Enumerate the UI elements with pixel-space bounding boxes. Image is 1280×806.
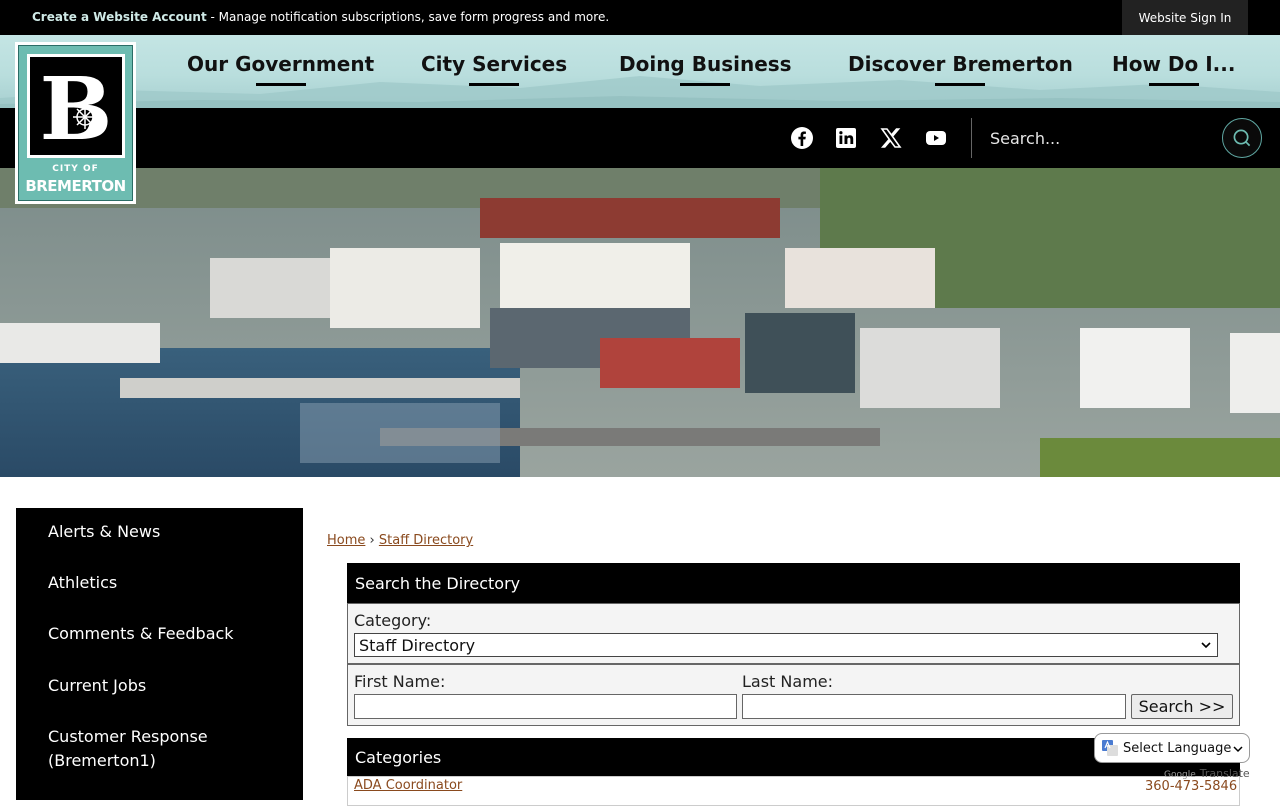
nav-underline [469,83,520,86]
directory-search-button[interactable]: Search >> [1131,694,1233,719]
ship-wheel-icon: B [40,59,113,160]
nav-label: Doing Business [619,52,792,76]
category-label: Category: [354,611,432,630]
create-account-link[interactable]: Create a Website Account [32,10,207,24]
logo-city-name: BREMERTON [25,177,126,195]
category-selected-value: Staff Directory [359,635,476,655]
google-wordmark: Google [1164,770,1196,780]
chevron-down-icon [1201,642,1211,649]
account-message: Create a Website Account - Manage notifi… [32,10,609,24]
logo-panel: B CITY OF BREMERTON [18,45,133,201]
youtube-icon[interactable] [924,126,948,150]
search-icon[interactable] [1222,118,1262,158]
main-navigation: Our Government City Services Doing Busin… [0,35,1280,108]
first-name-label: First Name: [354,672,446,691]
nav-label: How Do I... [1112,52,1236,76]
website-sign-in-button[interactable]: Website Sign In [1122,0,1248,35]
account-message-text: - Manage notification subscriptions, sav… [206,10,610,24]
city-logo[interactable]: B CITY OF BREMERTON [15,42,136,204]
breadcrumb-home[interactable]: Home [327,533,365,548]
x-icon[interactable] [879,126,903,150]
logo-letter: B [40,59,113,155]
sidebar-item-customer-response-sub[interactable]: (Bremerton1) [48,749,156,773]
sidebar-menu: Alerts & News Athletics Comments & Feedb… [16,508,303,800]
sidebar-item-current-jobs[interactable]: Current Jobs [48,674,146,698]
breadcrumb-separator: › [369,533,375,548]
nav-how-do-i[interactable]: How Do I... [1112,52,1236,86]
sidebar-item-athletics[interactable]: Athletics [48,571,117,595]
hero-banner-image [0,168,1280,477]
sidebar-item-alerts-news[interactable]: Alerts & News [48,520,160,544]
nav-underline [1148,83,1199,86]
facebook-icon[interactable] [790,126,814,150]
site-search-input[interactable] [990,126,1210,150]
linkedin-icon[interactable] [834,126,858,150]
breadcrumb-staff-directory[interactable]: Staff Directory [379,533,473,548]
tool-divider [971,118,972,158]
categories-list [347,776,1240,806]
tool-row [0,108,1280,168]
nav-our-government[interactable]: Our Government [187,52,375,86]
nav-label: City Services [421,52,568,76]
language-select-label: Select Language [1123,740,1232,756]
nav-discover-bremerton[interactable]: Discover Bremerton [848,52,1073,86]
breadcrumb: Home › Staff Directory [327,533,473,548]
chevron-down-icon [1233,746,1243,753]
nav-underline [255,83,306,86]
last-name-label: Last Name: [742,672,834,691]
google-powered-by: Google Translate [1164,767,1250,780]
last-name-input[interactable] [742,694,1126,719]
directory-search-header: Search the Directory [347,563,1240,604]
nav-underline [680,83,731,86]
category-row-ada-coordinator[interactable]: ADA Coordinator [354,778,462,793]
nav-city-services[interactable]: City Services [421,52,568,86]
nav-underline [935,83,986,86]
logo-city-of: CITY OF [52,164,99,174]
category-select[interactable]: Staff Directory [354,633,1218,657]
google-translate-icon [1102,740,1118,756]
category-row-phone[interactable]: 360-473-5846 [1145,779,1237,794]
nav-doing-business[interactable]: Doing Business [619,52,792,86]
sidebar-item-comments-feedback[interactable]: Comments & Feedback [48,622,234,646]
sidebar-item-customer-response[interactable]: Customer Response [48,725,208,749]
nav-label: Discover Bremerton [848,52,1073,76]
logo-mark: B [27,54,125,160]
language-select[interactable]: Select Language [1094,733,1250,763]
account-bar: Create a Website Account - Manage notifi… [0,0,1280,35]
nav-label: Our Government [187,52,375,76]
first-name-input[interactable] [354,694,737,719]
translate-word[interactable]: Translate [1200,767,1250,780]
